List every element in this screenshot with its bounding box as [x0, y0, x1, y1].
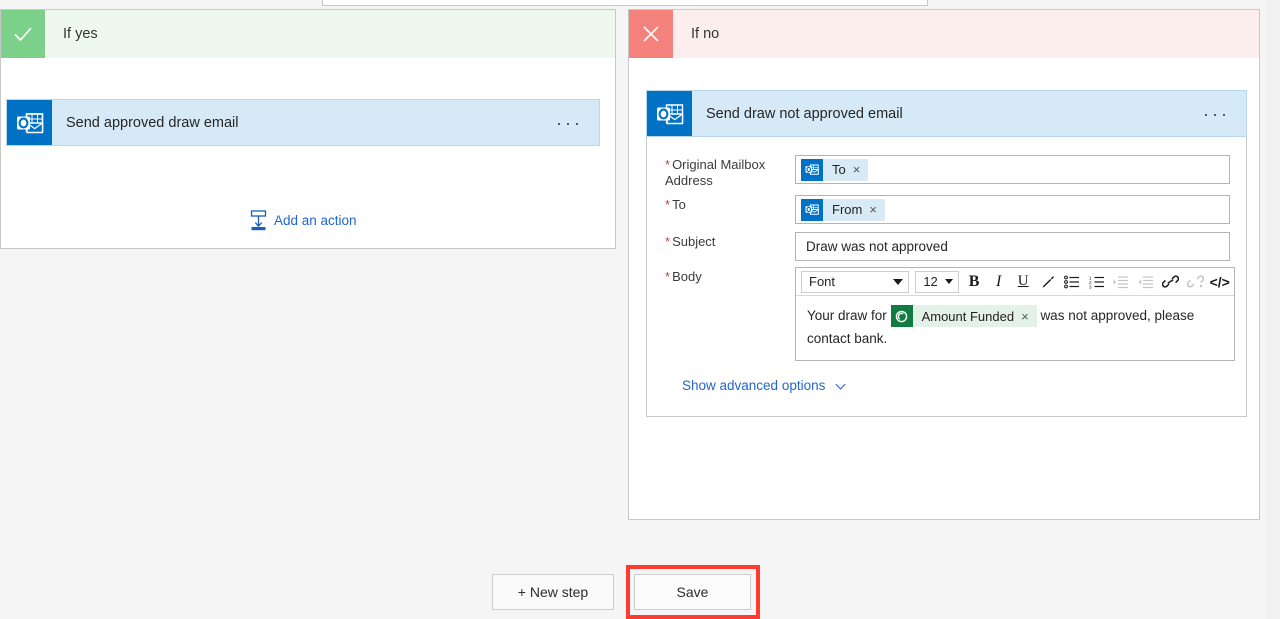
token-from[interactable]: From × — [801, 199, 885, 221]
bold-icon[interactable]: B — [962, 270, 987, 294]
add-action-label: Add an action — [274, 213, 357, 228]
field-original-mailbox-address: *Original Mailbox Address — [665, 155, 1230, 189]
action-card-send-draw-not-approved-email[interactable]: Send draw not approved email ··· — [646, 90, 1247, 137]
code-view-icon[interactable]: </> — [1207, 270, 1232, 294]
cds-icon — [891, 305, 913, 327]
check-icon — [1, 10, 45, 58]
highlight-icon[interactable] — [1035, 270, 1060, 294]
token-remove-button[interactable]: × — [869, 202, 885, 217]
numbered-list-icon[interactable]: 1 2 3 — [1085, 270, 1110, 294]
outlook-icon — [7, 100, 52, 145]
previous-step-card-partial — [322, 0, 928, 6]
branch-if-yes: If yes Send approved draw email ··· — [0, 9, 616, 249]
outlook-icon — [801, 199, 823, 221]
branch-if-no: If no Send draw not approved email ··· — [628, 9, 1260, 520]
add-action-icon — [250, 210, 267, 231]
add-an-action-button-if-yes[interactable]: Add an action — [250, 210, 357, 231]
outlook-icon — [647, 91, 692, 136]
body-content[interactable]: Your draw for Amount Funded × — [796, 296, 1234, 360]
original-mailbox-address-input[interactable]: To × — [795, 155, 1230, 184]
chevron-down-icon — [893, 279, 903, 285]
flow-designer-canvas: If yes Send approved draw email ··· — [0, 0, 1280, 619]
chevron-down-icon — [835, 378, 846, 393]
indent-icon — [1109, 270, 1134, 294]
page-scroll-gutter[interactable] — [1267, 0, 1280, 619]
underline-icon[interactable]: U — [1011, 270, 1036, 294]
token-amount-funded[interactable]: Amount Funded × — [891, 305, 1037, 327]
field-label: *To — [665, 195, 795, 213]
token-label: Amount Funded — [913, 305, 1022, 328]
action-card-title: Send draw not approved email — [692, 106, 1203, 122]
close-icon — [629, 10, 673, 58]
show-advanced-options-label: Show advanced options — [682, 378, 825, 393]
new-step-button[interactable]: + New step — [492, 574, 614, 610]
field-body: *Body Font 12 B — [665, 267, 1230, 361]
bulleted-list-icon[interactable] — [1060, 270, 1085, 294]
font-family-select[interactable]: Font — [801, 271, 909, 293]
branch-if-yes-header: If yes — [1, 10, 615, 58]
svg-text:3: 3 — [1089, 284, 1092, 289]
italic-icon[interactable]: I — [986, 270, 1011, 294]
unlink-icon — [1183, 270, 1208, 294]
show-advanced-options-link[interactable]: Show advanced options — [682, 378, 846, 393]
font-family-value: Font — [809, 274, 835, 289]
outdent-icon — [1134, 270, 1159, 294]
send-email-form: *Original Mailbox Address — [646, 137, 1247, 417]
font-size-select[interactable]: 12 — [915, 271, 958, 293]
link-icon[interactable] — [1158, 270, 1183, 294]
to-input[interactable]: From × — [795, 195, 1230, 224]
rich-text-toolbar: Font 12 B I U — [796, 268, 1234, 296]
field-label: *Subject — [665, 232, 795, 250]
save-button[interactable]: Save — [634, 574, 751, 610]
outlook-icon — [801, 159, 823, 181]
required-asterisk: * — [665, 157, 670, 172]
field-label: *Body — [665, 267, 795, 285]
subject-input[interactable]: Draw was not approved — [795, 232, 1230, 261]
field-to: *To — [665, 195, 1230, 224]
token-label: To — [823, 162, 853, 177]
branch-if-no-title: If no — [673, 10, 719, 58]
required-asterisk: * — [665, 234, 670, 249]
action-card-menu-button[interactable]: ··· — [1203, 109, 1246, 119]
field-label: *Original Mailbox Address — [665, 155, 795, 189]
required-asterisk: * — [665, 269, 670, 284]
body-rich-text-editor: Font 12 B I U — [795, 267, 1235, 361]
token-to[interactable]: To × — [801, 159, 868, 181]
required-asterisk: * — [665, 197, 670, 212]
branch-if-yes-title: If yes — [45, 10, 98, 58]
action-card-title: Send approved draw email — [52, 115, 556, 131]
action-card-menu-button[interactable]: ··· — [556, 118, 599, 128]
branch-if-no-header: If no — [629, 10, 1259, 58]
body-text-before: Your draw for — [807, 308, 887, 323]
font-size-value: 12 — [923, 274, 937, 289]
token-remove-button[interactable]: × — [1021, 305, 1037, 328]
field-subject: *Subject Draw was not approved — [665, 232, 1230, 261]
action-card-send-approved-draw-email[interactable]: Send approved draw email ··· — [6, 99, 600, 146]
token-label: From — [823, 202, 869, 217]
chevron-down-icon — [945, 279, 953, 284]
token-remove-button[interactable]: × — [853, 162, 869, 177]
